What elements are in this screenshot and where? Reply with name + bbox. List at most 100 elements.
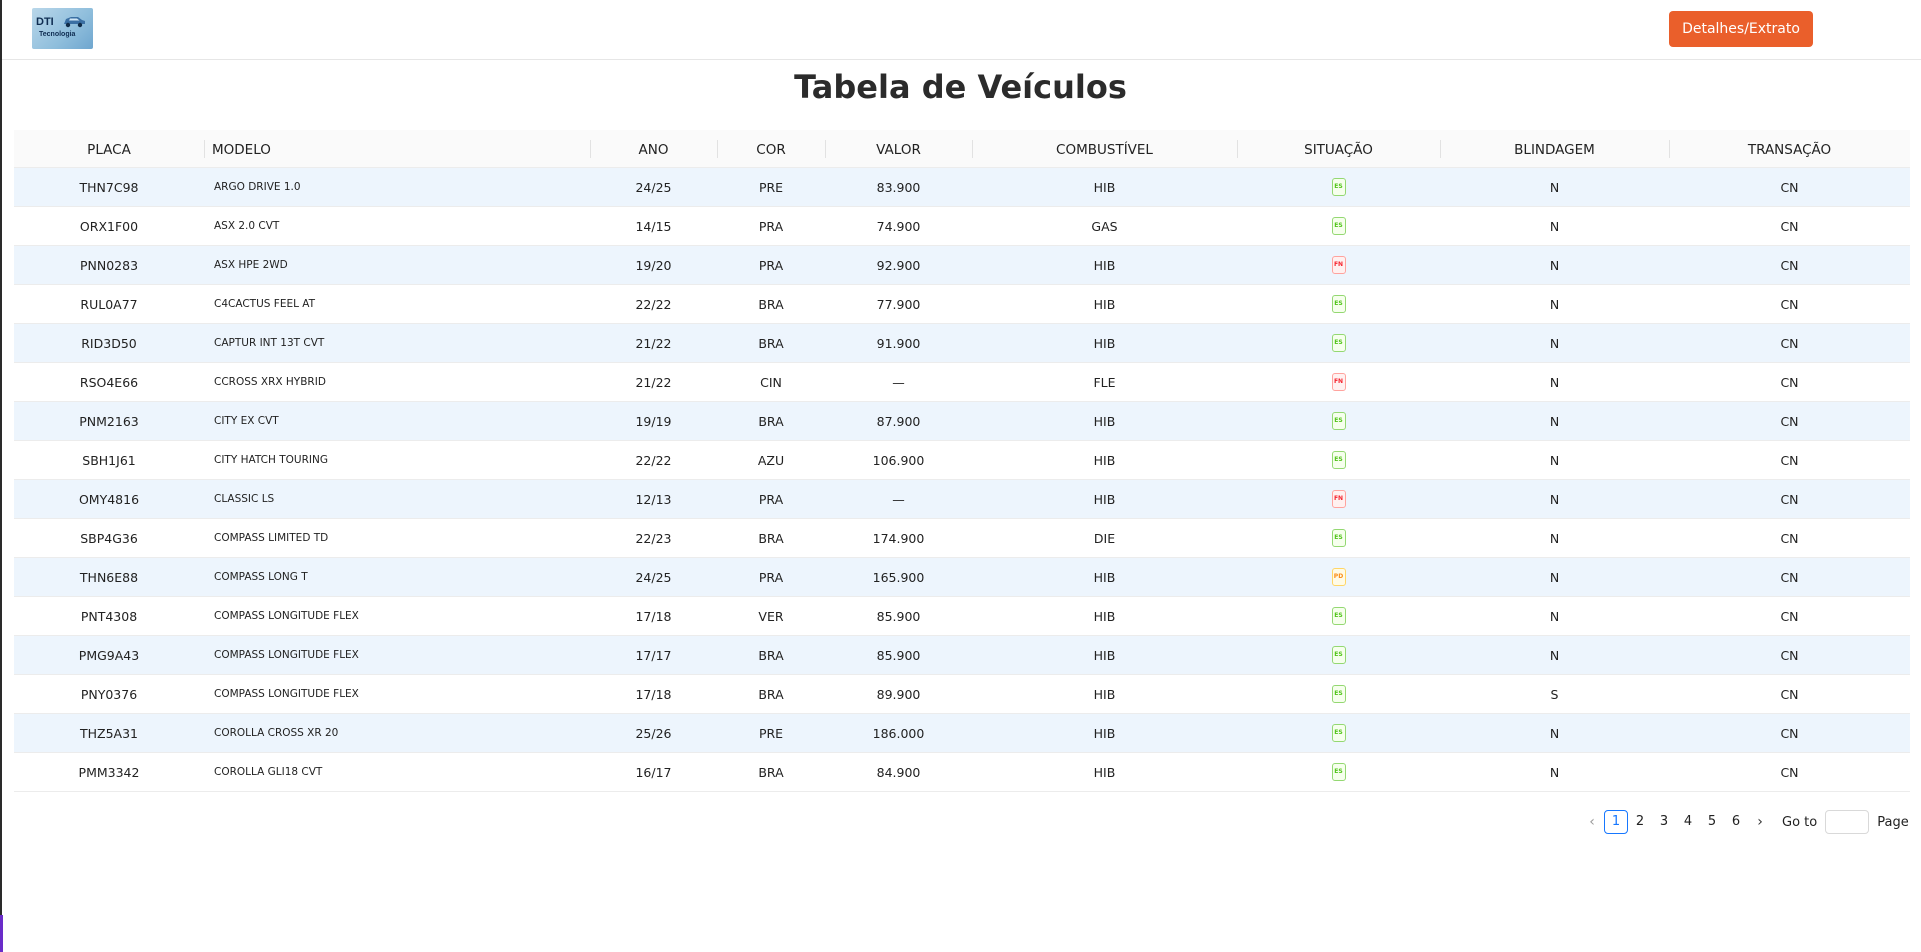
cell-valor: 92.900 (876, 258, 921, 273)
cell-transacao: CN (1780, 336, 1799, 351)
cell-ano: 21/22 (635, 336, 672, 351)
cell-cor: BRA (758, 687, 784, 702)
cell-ano: 16/17 (635, 765, 672, 780)
table-row[interactable]: PNN0283 ASX HPE 2WD 19/20 PRA 92.900 HIB FN N CN (14, 246, 1910, 285)
cell-combustivel: DIE (1093, 531, 1116, 546)
cell-placa: THZ5A31 (79, 726, 138, 741)
table-body: THN7C98 ARGO DRIVE 1.0 24/25 PRE 83.900 HIB ES… (14, 168, 1910, 792)
cell-blindagem: S (1550, 687, 1559, 702)
goto-page-input[interactable] (1825, 810, 1870, 834)
cell-modelo: COROLLA GLI18 CVT (214, 766, 323, 778)
cell-transacao: CN (1780, 414, 1799, 429)
table-row[interactable]: SBP4G36 COMPASS LIMITED TD 22/23 BRA 174.900… (14, 519, 1910, 558)
car-icon (64, 17, 85, 28)
status-badge: ES (1331, 529, 1346, 547)
header-situacao: SITUAÇÃO (1237, 130, 1440, 168)
header-cor: COR (717, 130, 825, 168)
cell-transacao: CN (1780, 375, 1799, 390)
page-6-button[interactable]: 6 (1724, 810, 1748, 834)
cell-combustivel: GAS (1091, 219, 1118, 234)
cell-combustivel: HIB (1093, 765, 1116, 780)
cell-combustivel: HIB (1093, 726, 1116, 741)
header-transacao: TRANSAÇÃO (1669, 130, 1910, 168)
cell-valor: 87.900 (876, 414, 921, 429)
cell-transacao: CN (1780, 297, 1799, 312)
cell-situacao: ES (1237, 441, 1440, 480)
page-title: Tabela de Veículos (794, 68, 1127, 106)
table-row[interactable]: RSO4E66 CCROSS XRX HYBRID 21/22 CIN — FLE FN N C… (14, 363, 1910, 402)
cell-placa: THN7C98 (79, 180, 139, 195)
window-left-edge (0, 0, 2, 952)
cell-combustivel: HIB (1093, 492, 1116, 507)
chevron-left-icon[interactable]: ‹ (1580, 810, 1604, 834)
cell-combustivel: FLE (1093, 375, 1116, 390)
table-header: PLACA MODELO ANO COR VALOR COMBUSTÍVEL SITUAÇÃ… (14, 130, 1910, 168)
cell-modelo: ASX 2.0 CVT (214, 220, 280, 232)
status-badge: FN (1331, 256, 1346, 274)
page-4-button[interactable]: 4 (1676, 810, 1700, 834)
page-label: Page (1877, 814, 1909, 830)
cell-combustivel: HIB (1093, 414, 1116, 429)
cell-cor: PRE (758, 726, 784, 741)
table-row[interactable]: RID3D50 CAPTUR INT 13T CVT 21/22 BRA 91.900 H… (14, 324, 1910, 363)
table-row[interactable]: PNT4308 COMPASS LONGITUDE FLEX 17/18 VER 85.… (14, 597, 1910, 636)
cell-modelo: CLASSIC LS (214, 493, 275, 505)
status-badge: FN (1331, 373, 1346, 391)
cell-situacao: ES (1237, 285, 1440, 324)
cell-transacao: CN (1780, 687, 1799, 702)
table-row[interactable]: PNM2163 CITY EX CVT 19/19 BRA 87.900 HIB ES N CN (14, 402, 1910, 441)
table-row[interactable]: OMY4816 CLASSIC LS 12/13 PRA — HIB FN N CN (14, 480, 1910, 519)
detalhes-extrato-button[interactable]: Detalhes/Extrato (1669, 11, 1813, 47)
cell-situacao: ES (1237, 402, 1440, 441)
cell-blindagem: N (1549, 726, 1560, 741)
cell-cor: PRA (758, 219, 784, 234)
cell-ano: 14/15 (635, 219, 672, 234)
cell-blindagem: N (1549, 531, 1560, 546)
cell-cor: BRA (758, 765, 784, 780)
cell-valor: 85.900 (876, 609, 921, 624)
cell-blindagem: N (1549, 375, 1560, 390)
cell-modelo: CAPTUR INT 13T CVT (214, 337, 325, 349)
table-row[interactable]: PNY0376 COMPASS LONGITUDE FLEX 17/18 BRA 89.… (14, 675, 1910, 714)
cell-blindagem: N (1549, 219, 1560, 234)
table-row[interactable]: THN7C98 ARGO DRIVE 1.0 24/25 PRE 83.900 HIB ES… (14, 168, 1910, 207)
cell-modelo: COMPASS LONGITUDE FLEX (214, 688, 359, 700)
table-row[interactable]: PMM3342 COROLLA GLI18 CVT 16/17 BRA 84.900 HI… (14, 753, 1910, 792)
table-row[interactable]: SBH1J61 CITY HATCH TOURING 22/22 AZU 106.900… (14, 441, 1910, 480)
cell-situacao: ES (1237, 714, 1440, 753)
cell-placa: PMG9A43 (78, 648, 140, 663)
page-1-button[interactable]: 1 (1604, 810, 1628, 834)
cell-situacao: ES (1237, 597, 1440, 636)
page-5-button[interactable]: 5 (1700, 810, 1724, 834)
page-3-button[interactable]: 3 (1652, 810, 1676, 834)
cell-cor: BRA (758, 531, 784, 546)
cell-valor: 74.900 (876, 219, 921, 234)
table-row[interactable]: ORX1F00 ASX 2.0 CVT 14/15 PRA 74.900 GAS ES N CN (14, 207, 1910, 246)
table-row[interactable]: RUL0A77 C4CACTUS FEEL AT 22/22 BRA 77.900 HIB… (14, 285, 1910, 324)
cell-transacao: CN (1780, 648, 1799, 663)
cell-transacao: CN (1780, 492, 1799, 507)
cell-placa: ORX1F00 (79, 219, 139, 234)
cell-valor: 84.900 (876, 765, 921, 780)
table-row[interactable]: THN6E88 COMPASS LONG T 24/25 PRA 165.900 HIB P… (14, 558, 1910, 597)
company-logo[interactable]: DTI Tecnologia (32, 8, 93, 49)
cell-valor: 83.900 (876, 180, 921, 195)
cell-placa: PNM2163 (79, 414, 139, 429)
status-badge: ES (1331, 412, 1346, 430)
table-row[interactable]: PMG9A43 COMPASS LONGITUDE FLEX 17/17 BRA 85.… (14, 636, 1910, 675)
cell-valor: — (892, 492, 905, 507)
cell-cor: BRA (758, 336, 784, 351)
cell-ano: 19/19 (635, 414, 672, 429)
cell-transacao: CN (1780, 726, 1799, 741)
cell-situacao: FN (1237, 480, 1440, 519)
pagination: ‹ 123456 › Go to Page (1580, 810, 1909, 834)
vehicles-table: PLACA MODELO ANO COR VALOR COMBUSTÍVEL SITUAÇÃ… (14, 130, 1910, 792)
cell-transacao: CN (1780, 219, 1799, 234)
cell-transacao: CN (1780, 258, 1799, 273)
cell-situacao: PD (1237, 558, 1440, 597)
table-row[interactable]: THZ5A31 COROLLA CROSS XR 20 25/26 PRE 186.00… (14, 714, 1910, 753)
page-2-button[interactable]: 2 (1628, 810, 1652, 834)
cell-transacao: CN (1780, 765, 1799, 780)
chevron-right-icon[interactable]: › (1748, 810, 1772, 834)
cell-placa: SBH1J61 (82, 453, 136, 468)
